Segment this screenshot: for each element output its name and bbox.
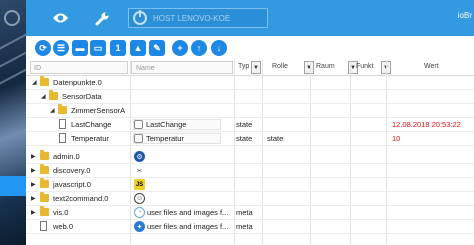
- host-label: HOST LENOVO-KOE: [153, 13, 231, 23]
- tree-row[interactable]: ▶ discovery.0 ✂: [26, 164, 474, 178]
- collapse-toggle-icon[interactable]: ◢: [32, 79, 37, 86]
- expand-toggle-icon[interactable]: ▶: [31, 181, 36, 188]
- tree-row[interactable]: ▶ text2command.0 ☺: [26, 192, 474, 206]
- list-icon[interactable]: ☰: [53, 40, 69, 56]
- folder-icon: [40, 192, 49, 202]
- folder-icon[interactable]: ▬: [72, 40, 88, 56]
- tree-row[interactable]: ◢ SensorData: [26, 90, 474, 104]
- room-column-header: Raum: [316, 63, 335, 70]
- image-icon[interactable]: ▲: [130, 40, 146, 56]
- host-selector[interactable]: HOST LENOVO-KOE: [128, 8, 268, 28]
- vis-adapter-icon: ◔: [134, 207, 145, 218]
- discovery-adapter-icon: ✂: [136, 167, 143, 175]
- power-icon: [133, 10, 147, 25]
- folder-open-icon[interactable]: ▭: [90, 40, 106, 56]
- download-icon[interactable]: ↓: [211, 40, 227, 56]
- edit-icon[interactable]: ✎: [149, 40, 165, 56]
- expand-toggle-icon[interactable]: ▶: [31, 167, 36, 174]
- toolbar: ⟳ ☰ ▬ ▭ 1 ▲ ✎ + ↑ ↓: [26, 36, 474, 60]
- eye-icon[interactable]: [50, 8, 70, 28]
- state-file-icon: [59, 133, 66, 143]
- tree-row[interactable]: ▶ admin.0 ⚙: [26, 150, 474, 164]
- file-icon: [40, 221, 47, 231]
- row-label: admin.0: [53, 152, 80, 161]
- row-label: Temperatur: [71, 134, 109, 143]
- row-type: state: [236, 134, 253, 143]
- collapse-toggle-icon[interactable]: ◢: [50, 107, 55, 114]
- wrench-icon[interactable]: [92, 8, 112, 28]
- expand-toggle-icon[interactable]: ▶: [31, 153, 36, 160]
- header-right-text: ioBr: [457, 11, 472, 20]
- role-filter-dropdown[interactable]: ▼: [304, 61, 314, 74]
- name-column-header: Name: [136, 64, 155, 72]
- tree-row[interactable]: Temperatur Temperatur state state 10: [26, 132, 474, 146]
- role-column-header: Rolle: [272, 63, 288, 70]
- state-file-icon: [134, 134, 143, 143]
- row-name: user files and images f...: [147, 222, 229, 231]
- folder-icon: [49, 90, 58, 100]
- number-1-icon[interactable]: 1: [110, 40, 126, 56]
- sidebar: [0, 0, 33, 245]
- grid-header: ID Name Typ ▼ Rolle ▼ Raum ▼ Funkt ▼ Wer…: [26, 60, 474, 76]
- row-label: text2command.0: [53, 194, 109, 203]
- row-label: javascript.0: [53, 180, 91, 189]
- plus-icon[interactable]: +: [172, 40, 188, 56]
- row-type: meta: [236, 208, 253, 217]
- folder-icon: [58, 104, 67, 114]
- row-value[interactable]: 10: [392, 134, 400, 143]
- folder-icon: [40, 76, 49, 86]
- row-type: state: [236, 120, 253, 129]
- row-name: LastChange: [146, 120, 187, 129]
- upload-icon[interactable]: ↑: [191, 40, 207, 56]
- type-filter-dropdown[interactable]: ▼: [251, 61, 261, 74]
- expand-toggle-icon[interactable]: ▶: [31, 195, 36, 202]
- row-label: Datenpunkte.0: [53, 78, 102, 87]
- id-filter-input[interactable]: [30, 61, 128, 74]
- row-role: state: [267, 134, 284, 143]
- admin-adapter-icon: ⚙: [134, 151, 145, 162]
- web-adapter-icon: ✦: [134, 221, 145, 232]
- id-column-header: ID: [34, 64, 41, 72]
- row-label: SensorData: [62, 92, 102, 101]
- sidebar-active-item[interactable]: [0, 176, 26, 196]
- function-column-header: Funkt: [356, 63, 374, 70]
- tree-row[interactable]: web.0 ✦ user files and images f... meta: [26, 220, 474, 234]
- row-name: Temperatur: [146, 134, 184, 143]
- folder-icon: [40, 164, 49, 174]
- row-value[interactable]: 12.08.2018 20:53:22: [392, 120, 461, 129]
- row-label: web.0: [53, 222, 74, 231]
- folder-icon: [40, 150, 49, 160]
- text2command-adapter-icon: ☺: [134, 193, 145, 204]
- tree-row[interactable]: ▶ vis.0 ◔ user files and images f... met…: [26, 206, 474, 220]
- top-header: HOST LENOVO-KOE ioBr: [26, 0, 474, 36]
- javascript-adapter-icon: JS: [134, 179, 145, 190]
- app-window: HOST LENOVO-KOE ioBr ⟳ ☰ ▬ ▭ 1 ▲ ✎ + ↑ ↓…: [0, 0, 474, 245]
- tree-row[interactable]: ▶ javascript.0 JS: [26, 178, 474, 192]
- tree-row[interactable]: ◢ Datenpunkte.0: [26, 76, 474, 90]
- value-column-header: Wert: [424, 63, 439, 70]
- row-name: user files and images f...: [147, 208, 229, 217]
- tree-row[interactable]: LastChange LastChange state 12.08.2018 2…: [26, 118, 474, 132]
- type-column-header: Typ: [238, 63, 250, 70]
- tree-row[interactable]: ◢ ZimmerSensorA: [26, 104, 474, 118]
- row-label: vis.0: [53, 208, 69, 217]
- folder-icon: [40, 178, 49, 188]
- folder-icon: [40, 206, 49, 216]
- state-file-icon: [134, 120, 143, 129]
- row-label: discovery.0: [53, 166, 91, 175]
- sidebar-logo-icon: [4, 10, 20, 26]
- row-label: ZimmerSensorA: [71, 106, 126, 115]
- expand-toggle-icon[interactable]: ▶: [31, 209, 36, 216]
- row-label: LastChange: [71, 120, 112, 129]
- row-type: meta: [236, 222, 253, 231]
- state-file-icon: [59, 119, 66, 129]
- refresh-icon[interactable]: ⟳: [35, 40, 51, 56]
- collapse-toggle-icon[interactable]: ◢: [41, 93, 46, 100]
